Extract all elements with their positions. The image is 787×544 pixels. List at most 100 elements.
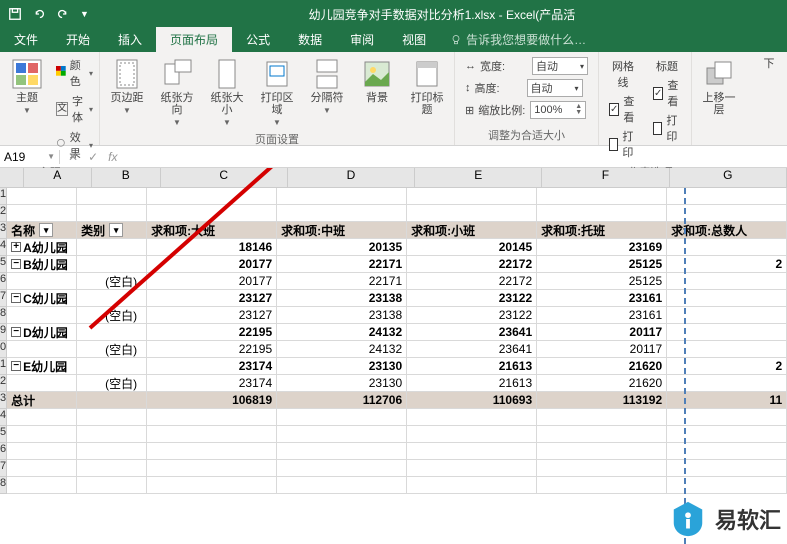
cancel-icon[interactable]: ✕: [68, 150, 78, 164]
name-box[interactable]: A19 ▼: [0, 150, 60, 164]
col-header-d[interactable]: D: [288, 168, 415, 187]
name-box-value: A19: [4, 150, 25, 164]
title-bar: ▼ 幼儿园竞争对手数据对比分析1.xlsx - Excel(产品活: [0, 0, 787, 28]
colors-icon: [56, 66, 66, 80]
tab-formulas[interactable]: 公式: [232, 27, 284, 52]
margins-label: 页边距: [111, 92, 144, 104]
fonts-label: 字体: [72, 93, 85, 125]
col-header-c[interactable]: C: [161, 168, 288, 187]
col-header-a[interactable]: A: [24, 168, 93, 187]
column-headers: A B C D E F G: [0, 168, 787, 188]
row-header[interactable]: 0: [0, 341, 7, 358]
row-header[interactable]: 4: [0, 409, 7, 426]
collapse-icon[interactable]: −: [11, 327, 21, 337]
cells[interactable]: 名称▾ 类别▾ 求和项:大班 求和项:中班 求和项:小班 求和项:托班 求和项:…: [7, 188, 787, 494]
bring-forward-button[interactable]: 上移一层: [696, 56, 742, 118]
collapse-icon[interactable]: −: [11, 293, 21, 303]
collapse-icon[interactable]: −: [11, 259, 21, 269]
tab-review[interactable]: 审阅: [336, 27, 388, 52]
col-header-b[interactable]: B: [92, 168, 161, 187]
row-header[interactable]: 5: [0, 256, 7, 273]
row-header[interactable]: 8: [0, 477, 7, 494]
scale-label: 缩放比例:: [478, 102, 526, 118]
filter-icon[interactable]: ▾: [109, 223, 123, 237]
group-themes: 主题 ▼ 颜色▾ 文 字体▾ 效果▾ 主题: [0, 52, 100, 145]
row-header[interactable]: 6: [0, 273, 7, 290]
undo-icon[interactable]: [32, 7, 46, 21]
width-input[interactable]: 自动▾: [532, 57, 588, 75]
confirm-icon[interactable]: ✓: [88, 150, 98, 164]
table-row: (空白)23174231302161321620: [7, 375, 787, 392]
row-header[interactable]: 2: [0, 375, 7, 392]
margins-button[interactable]: 页边距▼: [104, 56, 150, 117]
tab-page-layout[interactable]: 页面布局: [156, 27, 232, 52]
filter-icon[interactable]: ▾: [39, 223, 53, 237]
row-header[interactable]: 8: [0, 307, 7, 324]
col-header-e[interactable]: E: [415, 168, 542, 187]
tab-data[interactable]: 数据: [284, 27, 336, 52]
table-row: −E幼儿园231742313021613216202: [7, 358, 787, 375]
qat-dropdown-icon[interactable]: ▼: [80, 9, 89, 19]
expand-icon[interactable]: +: [11, 242, 21, 252]
tab-view[interactable]: 视图: [388, 27, 440, 52]
print-area-button[interactable]: 打印区域▼: [254, 56, 300, 129]
header-name[interactable]: 名称▾: [7, 222, 77, 238]
row-header[interactable]: 5: [0, 426, 7, 443]
headings-view-checkbox[interactable]: ✓查看: [653, 77, 681, 109]
group-arrange: 上移一层 下: [692, 52, 787, 145]
tell-me-search[interactable]: 告诉我您想要做什么…: [440, 27, 596, 52]
header-category[interactable]: 类别▾: [77, 222, 147, 238]
background-button[interactable]: 背景: [354, 56, 400, 106]
header-sum-1[interactable]: 求和项:大班: [147, 222, 277, 238]
gridlines-view-checkbox[interactable]: ✓查看: [609, 93, 637, 125]
fx-icon[interactable]: fx: [108, 150, 117, 164]
send-backward-label: 下: [764, 58, 775, 70]
scale-icon: ⊞: [465, 104, 474, 117]
row-header[interactable]: 7: [0, 290, 7, 307]
send-backward-button[interactable]: 下: [746, 56, 787, 72]
tell-me-label: 告诉我您想要做什么…: [466, 31, 586, 48]
breaks-button[interactable]: 分隔符▼: [304, 56, 350, 117]
row-header[interactable]: 6: [0, 443, 7, 460]
orientation-icon: [161, 58, 193, 90]
tab-home[interactable]: 开始: [52, 27, 104, 52]
size-button[interactable]: 纸张大小▼: [204, 56, 250, 129]
row-header[interactable]: 2: [0, 205, 7, 222]
row-header[interactable]: 1: [0, 188, 7, 205]
gridlines-print-checkbox[interactable]: 打印: [609, 128, 637, 160]
height-input[interactable]: 自动▾: [527, 79, 583, 97]
bring-forward-label: 上移一层: [700, 92, 738, 116]
collapse-icon[interactable]: −: [11, 361, 21, 371]
print-titles-button[interactable]: 打印标题: [404, 56, 450, 118]
row-header[interactable]: 1: [0, 358, 7, 375]
col-header-g[interactable]: G: [670, 168, 787, 187]
tab-insert[interactable]: 插入: [104, 27, 156, 52]
row-header[interactable]: 7: [0, 460, 7, 477]
colors-button[interactable]: 颜色▾: [54, 56, 95, 90]
row-header[interactable]: 9: [0, 324, 7, 341]
quick-access-toolbar: ▼: [0, 7, 97, 21]
themes-icon: [11, 58, 43, 90]
gridlines-header: 网格线: [609, 58, 637, 90]
fonts-button[interactable]: 文 字体▾: [54, 92, 95, 126]
save-icon[interactable]: [8, 7, 22, 21]
size-icon: [211, 58, 243, 90]
row-header[interactable]: 3: [0, 392, 7, 409]
header-sum-2[interactable]: 求和项:中班: [277, 222, 407, 238]
select-all-corner[interactable]: [0, 168, 24, 187]
group-scale-label: 调整为合适大小: [459, 125, 594, 145]
row-header[interactable]: 3: [0, 222, 7, 239]
redo-icon[interactable]: [56, 7, 70, 21]
header-sum-4[interactable]: 求和项:托班: [537, 222, 667, 238]
tab-file[interactable]: 文件: [0, 27, 52, 52]
col-header-f[interactable]: F: [542, 168, 669, 187]
colors-label: 颜色: [70, 57, 85, 89]
row-header[interactable]: 4: [0, 239, 7, 256]
breaks-label: 分隔符: [311, 92, 344, 104]
scale-input[interactable]: 100%▲▼: [530, 101, 586, 119]
header-sum-5[interactable]: 求和项:总数人: [667, 222, 787, 238]
themes-button[interactable]: 主题 ▼: [4, 56, 50, 117]
headings-print-checkbox[interactable]: 打印: [653, 112, 681, 144]
header-sum-3[interactable]: 求和项:小班: [407, 222, 537, 238]
orientation-button[interactable]: 纸张方向▼: [154, 56, 200, 129]
